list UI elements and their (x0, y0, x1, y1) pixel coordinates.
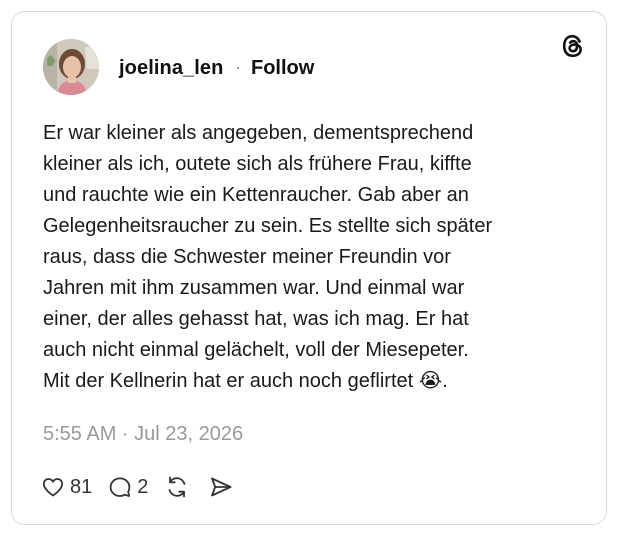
post-text: Er war kleiner als angegeben, dementspre… (43, 122, 493, 392)
share-button[interactable] (208, 474, 234, 500)
repost-arrows-icon (168, 476, 186, 498)
separator-dot: · (235, 57, 241, 77)
speech-bubble-icon (109, 477, 131, 497)
follow-button[interactable]: Follow (251, 57, 314, 80)
repost-button[interactable] (164, 474, 190, 500)
reply-count: 2 (137, 475, 149, 498)
reply-button[interactable]: 2 (108, 475, 148, 499)
like-count: 81 (70, 475, 93, 498)
post-timestamp[interactable]: 5:55 AM · Jul 23, 2026 (43, 423, 243, 446)
avatar-image (43, 39, 99, 95)
action-bar: 81 2 (41, 472, 250, 502)
username[interactable]: joelina_len (119, 57, 223, 80)
post-card: joelina_len · Follow Er war kleiner als … (11, 11, 607, 525)
threads-logo-icon[interactable] (560, 33, 586, 59)
heart-icon (42, 478, 64, 497)
like-button[interactable]: 81 (41, 475, 92, 499)
send-icon (211, 477, 232, 497)
avatar[interactable] (43, 39, 99, 95)
